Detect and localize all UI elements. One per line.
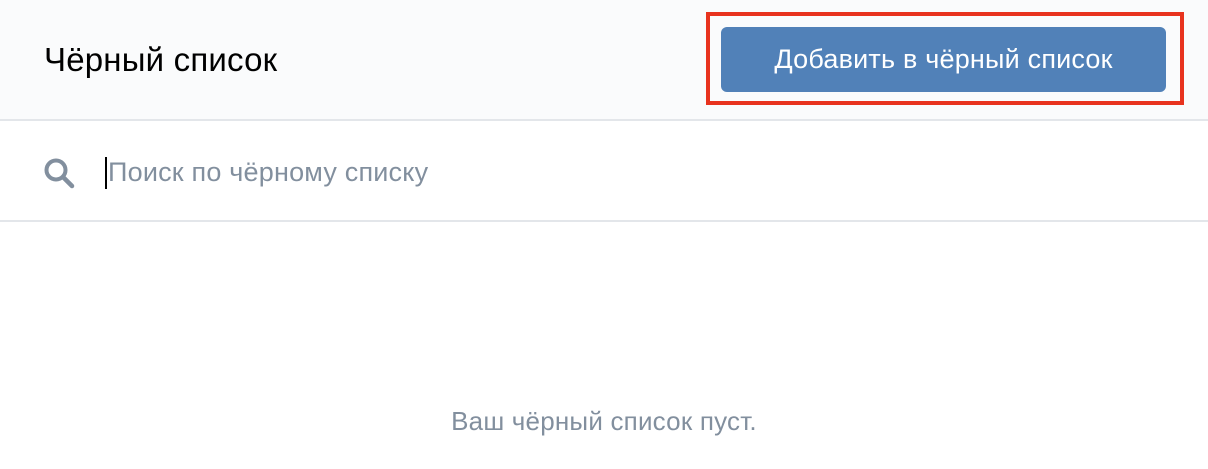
panel-header: Чёрный список Добавить в чёрный список (0, 0, 1208, 121)
add-to-blacklist-button[interactable]: Добавить в чёрный список (721, 27, 1166, 92)
empty-state-message: Ваш чёрный список пуст. (451, 406, 757, 436)
text-cursor (105, 157, 107, 189)
search-bar (0, 121, 1208, 222)
search-icon (43, 157, 75, 189)
search-input[interactable] (104, 149, 1164, 195)
page-title: Чёрный список (44, 41, 278, 78)
blacklist-panel: Чёрный список Добавить в чёрный список В… (0, 0, 1208, 469)
